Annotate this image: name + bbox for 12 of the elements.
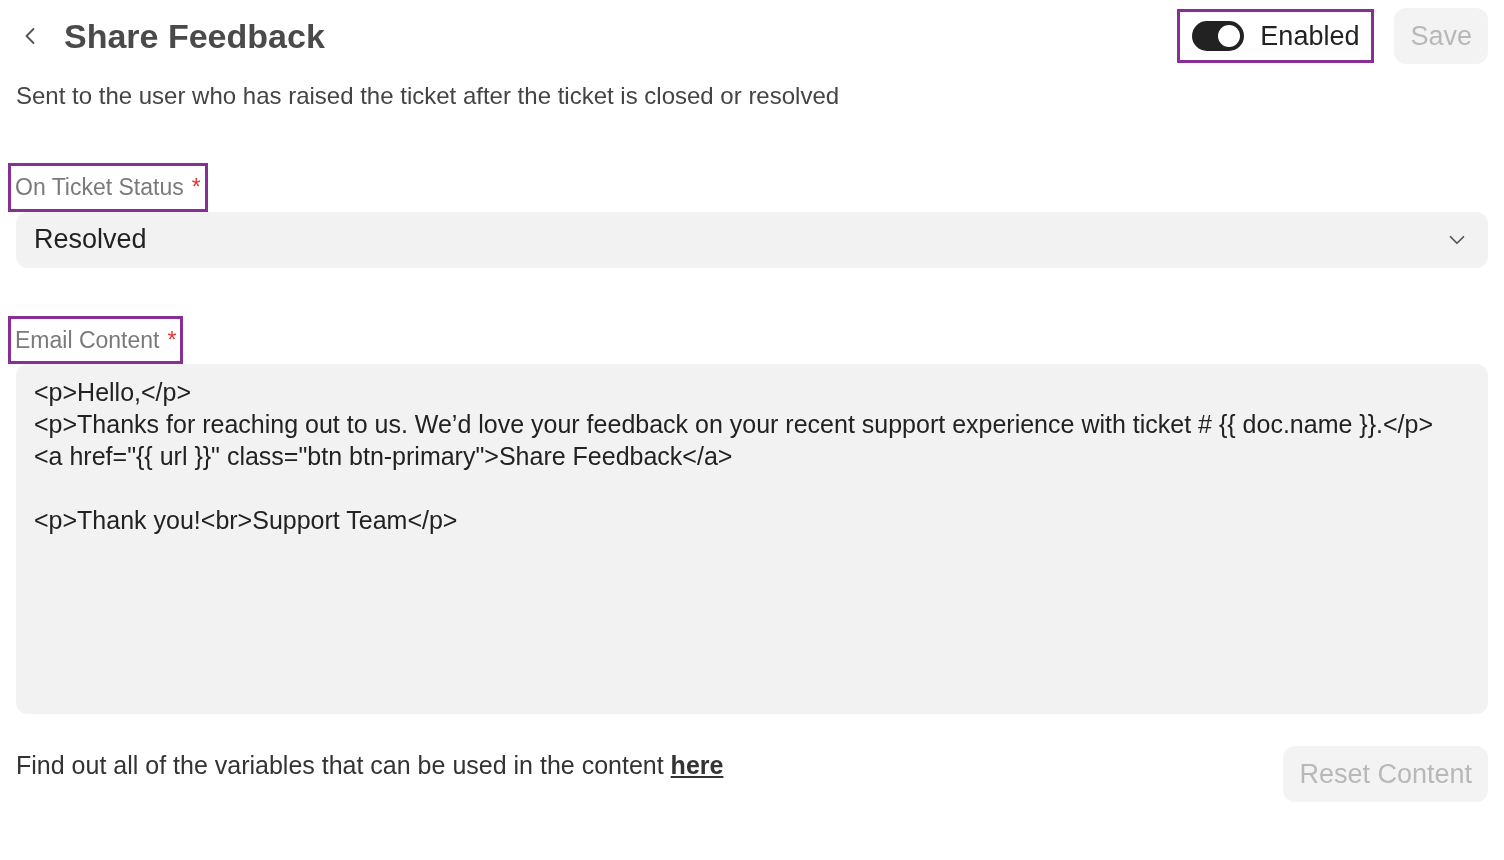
page-title: Share Feedback [64, 15, 325, 57]
required-mark: * [167, 325, 177, 355]
variables-hint: Find out all of the variables that can be used in the content here [16, 750, 724, 782]
description: Sent to the user who has raised the ticket after the ticket is closed or resolved [16, 81, 841, 111]
toggle-switch[interactable] [1192, 21, 1245, 51]
toggle-label: Enabled [1260, 19, 1360, 53]
status-dropdown[interactable]: Resolved [16, 211, 1488, 268]
field-label: On Ticket Status [15, 173, 184, 202]
email-content-field[interactable]: <p>Hello,</p> <p>Thanks for reaching out to us. We’d love your feedback on your recent support experience with ticket # {{ doc.name }}.</p> <a href="{{ url }}" class="btn btn-primary">Share Feedback</a> <p>Thank you!<br>Support Team</p> [16, 364, 1488, 714]
field-label: Email Content [15, 325, 160, 355]
here-link[interactable]: here [670, 751, 724, 780]
required-mark: * [191, 173, 201, 202]
